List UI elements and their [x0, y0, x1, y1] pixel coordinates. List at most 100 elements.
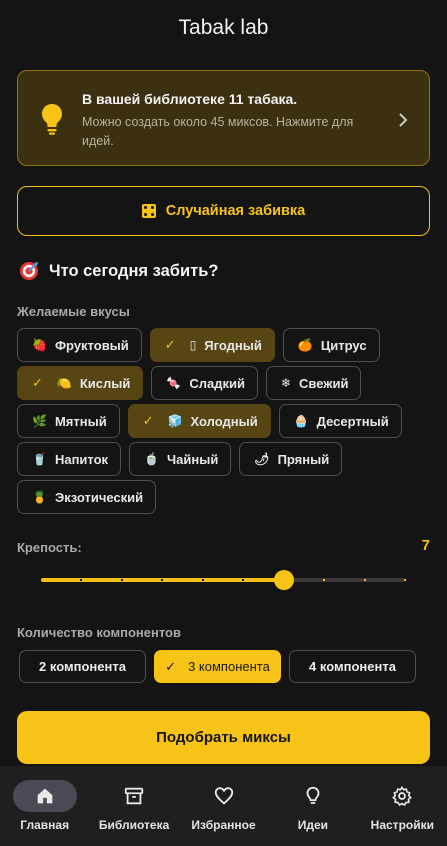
info-subtitle: Можно создать около 45 миксов. Нажмите д… — [82, 115, 354, 148]
nav-label: Идеи — [297, 818, 329, 832]
nav-label: Библиотека — [98, 818, 170, 832]
heart-icon — [214, 787, 233, 805]
flavor-chip-label: Фруктовый — [54, 337, 129, 353]
slider-tick — [161, 579, 164, 581]
flavors-label: Желаемые вкусы — [17, 304, 130, 319]
bottom-navigation: Главная Библиотека Избранное Идеи Настройки — [0, 766, 447, 846]
flavor-chip-row: 🍓 Фруктовый ✓ ▯ Ягодный 🍊 Цитрус — [17, 328, 437, 362]
flavor-chip-row: ✓ 🍋 Кислый 🍬 Сладкий ❄ Свежий — [17, 366, 437, 400]
flavor-chip-label: Десертный — [316, 413, 389, 429]
flavor-emoji-icon: 🧁 — [293, 414, 309, 428]
target-icon — [20, 262, 38, 280]
nav-indicator — [370, 780, 434, 812]
random-mix-label: Случайная забивка — [165, 203, 306, 219]
flavor-emoji-icon: 🍓 — [32, 338, 47, 352]
flavor-emoji-icon: 🌶 — [254, 452, 270, 466]
flavor-chip-label: Экзотический — [54, 489, 144, 505]
info-title: В вашей библиотеке 11 табака. — [82, 91, 298, 107]
slider-tick — [242, 579, 245, 581]
strength-label: Крепость: — [17, 540, 82, 555]
nav-item[interactable]: Библиотека — [89, 766, 178, 846]
flavor-chip[interactable]: 🍵 Чайный — [129, 442, 232, 476]
flavor-chip-label: Мятный — [54, 413, 107, 429]
app-title: Tabak lab — [178, 16, 269, 39]
flavor-emoji-icon: 🌿 — [32, 414, 47, 428]
slider-thumb[interactable] — [273, 570, 294, 590]
flavor-emoji-icon: 🍵 — [144, 452, 160, 466]
check-icon: ✓ — [32, 375, 43, 390]
check-icon: ✓ — [142, 413, 154, 428]
component-option[interactable]: ✓ 3 компонента — [154, 650, 281, 683]
archive-icon — [124, 787, 144, 805]
find-mixes-label: Подобрать миксы — [156, 729, 291, 746]
lightbulb-icon — [306, 786, 320, 804]
nav-label: Избранное — [191, 818, 256, 832]
slider-tick — [363, 579, 366, 581]
flavor-chip[interactable]: ❄ Свежий — [265, 366, 362, 400]
flavor-emoji-icon: 🧊 — [167, 414, 183, 428]
flavor-emoji-icon: 🍋 — [56, 376, 72, 390]
flavor-chip-label: Свежий — [299, 375, 349, 391]
dice-icon — [141, 204, 156, 218]
nav-item[interactable]: Настройки — [358, 766, 447, 846]
strength-value: 7 — [421, 537, 430, 554]
flavor-chip-row: 🥤 Напиток 🍵 Чайный 🌶 Пряный — [17, 442, 437, 476]
flavor-chip-label: Пряный — [277, 451, 330, 467]
flavor-chip-label: Цитрус — [320, 337, 367, 353]
flavor-chip[interactable]: 🥤 Напиток — [17, 442, 122, 476]
component-option-label: 3 компонента — [188, 659, 270, 674]
flavor-chip-label: Чайный — [167, 451, 219, 467]
flavor-chip[interactable]: 🍓 Фруктовый — [17, 328, 142, 362]
strength-slider[interactable] — [41, 570, 406, 590]
check-icon: ✓ — [165, 658, 177, 674]
components-selector: 2 компонента ✓ 3 компонента 4 компонента — [19, 650, 416, 683]
flavor-chip[interactable]: 🍍 Экзотический — [17, 480, 157, 514]
flavor-chip[interactable]: 🌶 Пряный — [239, 442, 343, 476]
section-header: Что сегодня забить? — [19, 261, 218, 281]
flavor-chip[interactable]: ✓ ▯ Ягодный — [149, 328, 275, 362]
components-label: Количество компонентов — [17, 625, 181, 640]
flavor-emoji-icon: 🍊 — [297, 338, 313, 352]
flavor-chip[interactable]: 🌿 Мятный — [17, 404, 120, 438]
random-mix-button[interactable]: Случайная забивка — [17, 186, 430, 236]
component-option-label: 4 компонента — [309, 659, 396, 674]
flavor-chip-label: Холодный — [190, 413, 258, 429]
flavor-chip-row: 🍍 Экзотический — [17, 480, 437, 514]
flavor-emoji-icon: 🍬 — [166, 376, 182, 390]
home-icon — [37, 788, 53, 804]
component-option[interactable]: 4 компонента — [289, 650, 416, 683]
flavor-chip[interactable]: 🍬 Сладкий — [151, 366, 258, 400]
flavor-emoji-icon: ❄ — [280, 376, 292, 390]
nav-indicator — [281, 780, 345, 812]
slider-tick — [201, 579, 204, 581]
gear-icon — [392, 786, 412, 806]
nav-item[interactable]: Главная — [0, 766, 89, 846]
nav-label: Настройки — [370, 818, 434, 832]
flavor-chip-row: 🌿 Мятный ✓ 🧊 Холодный 🧁 Десертный — [17, 404, 437, 438]
nav-item[interactable]: Избранное — [179, 766, 268, 846]
flavor-chip[interactable]: ✓ 🍋 Кислый — [17, 366, 144, 400]
nav-indicator — [12, 780, 77, 812]
flavor-chip-label: Сладкий — [189, 375, 245, 391]
flavor-emoji-icon: ▯ — [189, 338, 197, 352]
flavor-chips: 🍓 Фруктовый ✓ ▯ Ягодный 🍊 Цитрус ✓ 🍋 Кислый 🍬 Сладк… — [17, 328, 437, 518]
slider-tick — [323, 579, 326, 581]
slider-tick — [80, 579, 83, 581]
flavor-emoji-icon: 🥤 — [32, 452, 47, 466]
find-mixes-button[interactable]: Подобрать миксы — [17, 711, 430, 764]
flavor-chip[interactable]: 🍊 Цитрус — [282, 328, 380, 362]
flavor-chip-label: Кислый — [79, 375, 131, 391]
slider-tick — [120, 579, 123, 581]
flavor-chip[interactable]: ✓ 🧊 Холодный — [127, 404, 271, 438]
flavor-chip-label: Напиток — [54, 451, 109, 467]
lightbulb-icon — [42, 104, 62, 135]
nav-label: Главная — [20, 818, 70, 832]
nav-indicator — [102, 780, 166, 812]
nav-item[interactable]: Идеи — [268, 766, 357, 846]
component-option[interactable]: 2 компонента — [19, 650, 146, 683]
check-icon: ✓ — [164, 337, 176, 352]
flavor-chip[interactable]: 🧁 Десертный — [278, 404, 402, 438]
component-option-label: 2 компонента — [39, 659, 126, 674]
library-info-card[interactable]: В вашей библиотеке 11 табака. Можно созд… — [17, 70, 430, 166]
slider-tick — [404, 579, 406, 581]
